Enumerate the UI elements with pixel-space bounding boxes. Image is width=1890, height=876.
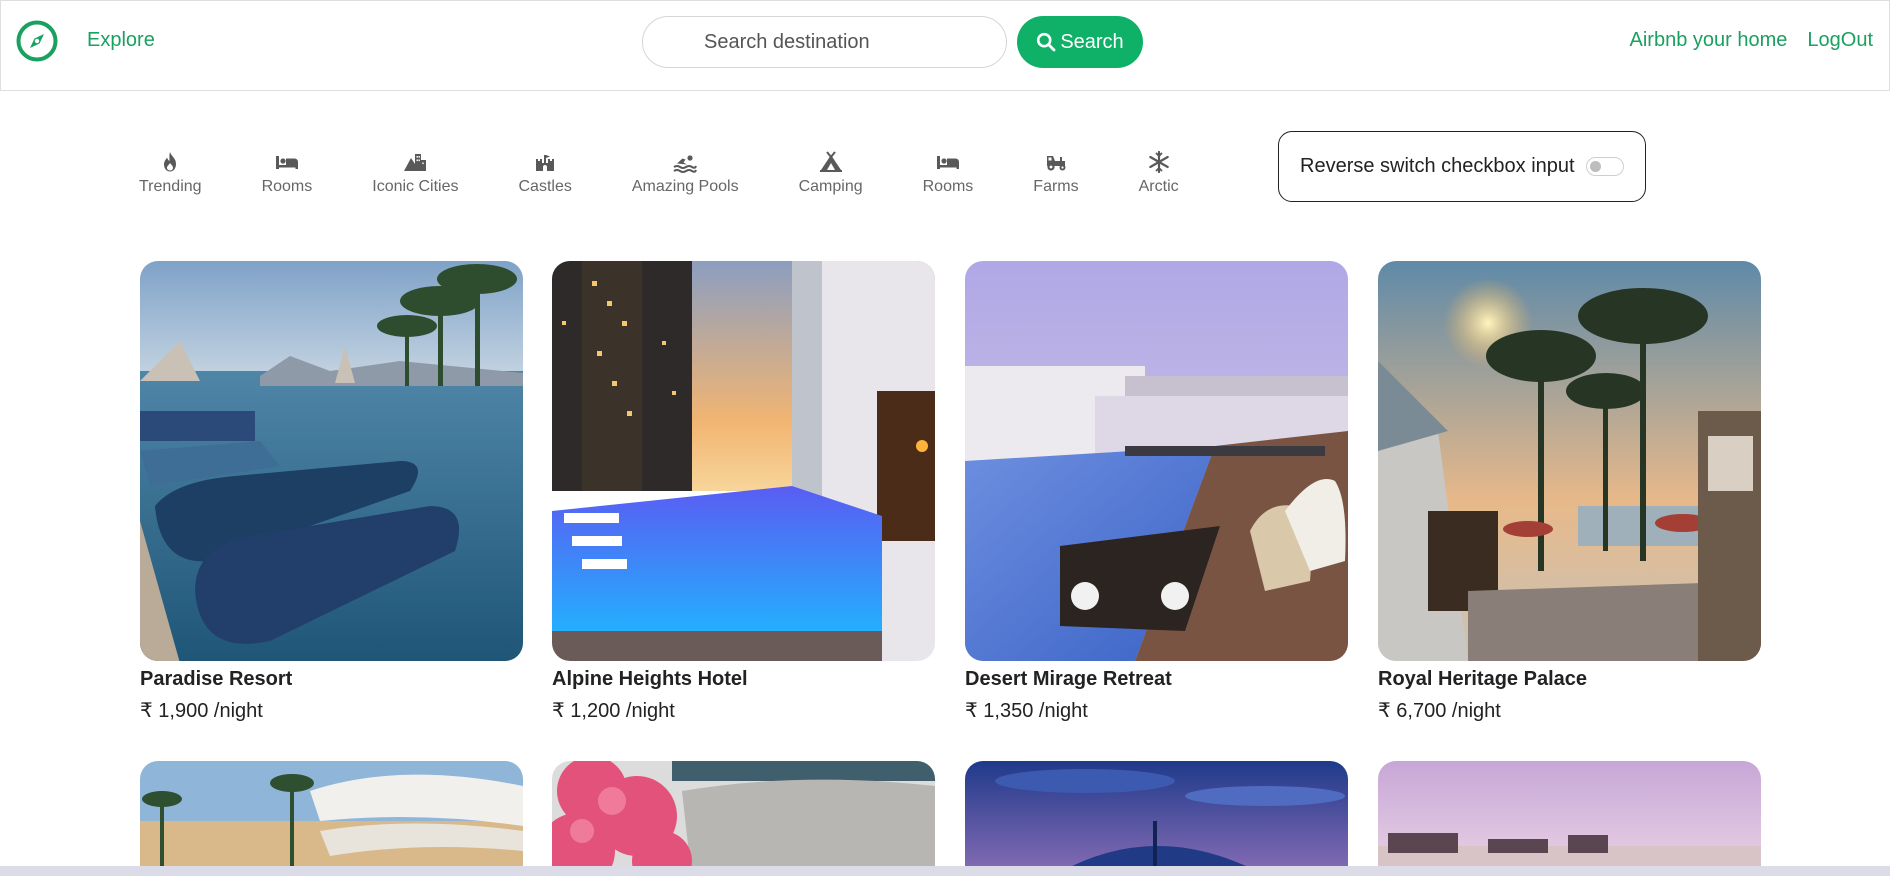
blossom-building-image — [552, 761, 935, 876]
listing-photo[interactable] — [552, 261, 935, 661]
listing-title[interactable]: Paradise Resort — [140, 668, 523, 691]
listing-price: ₹ 1,200 /night — [552, 700, 675, 722]
toggle-knob — [1589, 161, 1601, 172]
filter-arctic[interactable]: Arctic — [1139, 150, 1179, 196]
logout-link[interactable]: LogOut — [1807, 29, 1873, 52]
dusk-umbrella-image — [965, 761, 1348, 876]
compass-icon[interactable] — [15, 19, 59, 63]
search-button-label: Search — [1060, 30, 1124, 53]
filter-amazing-pools[interactable]: Amazing Pools — [632, 150, 739, 196]
sunset-villa-image — [1378, 761, 1761, 876]
snowflake-icon — [1148, 150, 1169, 174]
listing-title[interactable]: Royal Heritage Palace — [1378, 668, 1761, 691]
tractor-icon — [1046, 156, 1066, 171]
filter-farms[interactable]: Farms — [1033, 150, 1079, 196]
filter-rooms[interactable]: Rooms — [261, 150, 313, 196]
listing-card[interactable] — [552, 761, 935, 876]
listing-card[interactable] — [1378, 761, 1761, 876]
filter-label: Farms — [1033, 178, 1079, 195]
filter-label: Iconic Cities — [372, 178, 459, 195]
beach-villa-image — [1378, 261, 1761, 661]
filter-iconic-cities[interactable]: Iconic Cities — [372, 150, 459, 196]
listing-card[interactable] — [140, 761, 523, 876]
listing-price: ₹ 1,350 /night — [965, 700, 1088, 722]
listing-title[interactable]: Alpine Heights Hotel — [552, 668, 935, 691]
listing-card[interactable]: Paradise Resort ₹ 1,900 /night — [140, 261, 523, 723]
listing-photo[interactable] — [140, 261, 523, 661]
listing-price: ₹ 6,700 /night — [1378, 700, 1501, 722]
filter-label: Amazing Pools — [631, 178, 739, 195]
filter-castles[interactable]: Castles — [519, 150, 572, 196]
navbar: Explore Search Airbnb your home LogOut — [0, 0, 1890, 91]
nav-right-links: Airbnb your home LogOut — [1630, 29, 1873, 52]
listing-card[interactable]: Royal Heritage Palace ₹ 6,700 /night — [1378, 261, 1761, 723]
filter-camping[interactable]: Camping — [799, 150, 863, 196]
listing-card[interactable] — [965, 761, 1348, 876]
person-swimming-icon — [673, 155, 698, 173]
resort-pool-image — [140, 261, 523, 661]
listing-price: ₹ 1,900 /night — [140, 700, 263, 722]
bed-icon — [936, 156, 959, 169]
listing-card[interactable]: Desert Mirage Retreat ₹ 1,350 /night — [965, 261, 1348, 723]
airbnb-your-home-link[interactable]: Airbnb your home — [1630, 29, 1788, 52]
listing-photo[interactable] — [552, 761, 935, 876]
explore-link[interactable]: Explore — [87, 29, 155, 52]
fort-icon — [536, 155, 555, 171]
listing-photo[interactable] — [965, 761, 1348, 876]
listing-photo[interactable] — [1378, 261, 1761, 661]
filter-label: Rooms — [922, 178, 974, 195]
campground-icon — [819, 151, 842, 172]
reverse-switch-toggle[interactable] — [1585, 157, 1624, 176]
listing-photo[interactable] — [140, 761, 523, 876]
listing-photo[interactable] — [1378, 761, 1761, 876]
umbrella-patio-image — [140, 761, 523, 876]
listing-photo[interactable] — [965, 261, 1348, 661]
rooftop-pool-image — [552, 261, 935, 661]
bed-icon — [275, 156, 298, 169]
fire-icon — [164, 152, 177, 172]
tax-toggle-box: Reverse switch checkbox input — [1278, 131, 1646, 202]
filter-label: Castles — [518, 178, 572, 195]
filter-label: Camping — [798, 178, 863, 195]
filter-rooms-2[interactable]: Rooms — [922, 150, 974, 196]
listing-title[interactable]: Desert Mirage Retreat — [965, 668, 1348, 691]
toggle-label: Reverse switch checkbox input — [1300, 155, 1575, 177]
filter-label: Arctic — [1138, 178, 1179, 195]
search-button[interactable]: Search — [1017, 16, 1143, 68]
terrace-pool-image — [965, 261, 1348, 661]
scroll-strip — [0, 866, 1890, 876]
filter-bar: Trending Rooms Iconic Cities Castles Ama… — [139, 150, 1239, 196]
filter-label: Rooms — [261, 178, 313, 195]
filter-trending[interactable]: Trending — [139, 150, 202, 196]
listing-card[interactable]: Alpine Heights Hotel ₹ 1,200 /night — [552, 261, 935, 723]
search-input[interactable] — [642, 16, 1007, 68]
mountain-city-icon — [404, 154, 427, 171]
search-icon — [1037, 32, 1056, 52]
filter-label: Trending — [139, 178, 202, 195]
